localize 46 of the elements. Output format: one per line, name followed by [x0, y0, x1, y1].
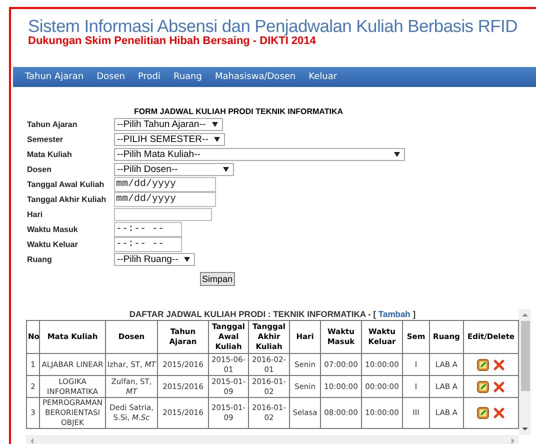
scroll-down-icon[interactable] — [521, 425, 529, 433]
nav-link[interactable]: Dosen — [96, 72, 125, 82]
dropdown[interactable]: --Pilih Mata Kuliah-- — [114, 148, 405, 161]
edit-icon[interactable] — [477, 380, 489, 392]
dropdown[interactable]: --Pilih Dosen-- — [114, 163, 234, 176]
nav-link[interactable]: Prodi — [138, 72, 160, 82]
field-label: Tanggal Akhir Kuliah — [27, 195, 108, 204]
table-caption: DAFTAR JADWAL KULIAH PRODI : TEKNIK INFORMATIKA - [ Tambah ] — [128, 309, 417, 320]
date-field[interactable]: mm/dd/yyyy — [114, 177, 216, 192]
nav-link[interactable]: Tahun Ajaran — [25, 72, 84, 82]
field-label: Dosen — [27, 165, 52, 174]
delete-icon[interactable] — [493, 407, 505, 419]
edit-icon[interactable] — [477, 358, 489, 370]
field-label: Tanggal Awal Kuliah — [27, 180, 106, 189]
dropdown[interactable]: --Pilih Ruang-- — [114, 253, 196, 266]
caret-icon — [223, 167, 229, 172]
field-label: Ruang — [27, 255, 53, 264]
site-subtitle: Dukungan Skim Penelitian Hibah Bersaing - DIKTI 2014 — [28, 35, 316, 47]
caret-icon — [214, 137, 220, 142]
date-field[interactable]: mm/dd/yyyy — [114, 192, 216, 207]
caret-icon — [184, 257, 190, 262]
nav-link[interactable]: Keluar — [308, 72, 338, 82]
time-field[interactable]: --:-- -- — [114, 222, 182, 237]
delete-icon[interactable] — [493, 380, 505, 392]
save-button[interactable]: Simpan — [200, 272, 235, 286]
dropdown[interactable]: --PILIH SEMESTER-- — [114, 133, 226, 146]
scroll-up-icon[interactable] — [521, 311, 529, 319]
time-field[interactable]: --:-- -- — [114, 237, 182, 252]
field-label: Waktu Keluar — [27, 240, 79, 249]
caret-icon — [212, 122, 218, 127]
field-label: Semester — [27, 135, 64, 144]
edit-icon[interactable] — [477, 407, 489, 419]
field-label: Waktu Masuk — [27, 225, 79, 234]
add-link[interactable]: Tambah — [378, 309, 410, 319]
input-field[interactable] — [114, 208, 212, 221]
delete-icon[interactable] — [493, 358, 505, 370]
dropdown[interactable]: --Pilih Tahun Ajaran-- — [114, 118, 223, 131]
field-label: Tahun Ajaran — [27, 120, 78, 129]
nav-link[interactable]: Ruang — [173, 72, 202, 82]
vertical-scrollbar[interactable] — [519, 309, 531, 435]
field-label: Mata Kuliah — [27, 150, 73, 159]
form-heading: FORM JADWAL KULIAH PRODI TEKNIK INFORMATIKA — [134, 107, 344, 117]
nav-link[interactable]: Mahasiswa/Dosen — [214, 72, 296, 82]
site-title: Sistem Informasi Absensi dan Penjadwalan Kuliah Berbasis RFID — [28, 15, 518, 36]
caret-icon — [394, 152, 400, 157]
field-label: Hari — [27, 210, 44, 219]
